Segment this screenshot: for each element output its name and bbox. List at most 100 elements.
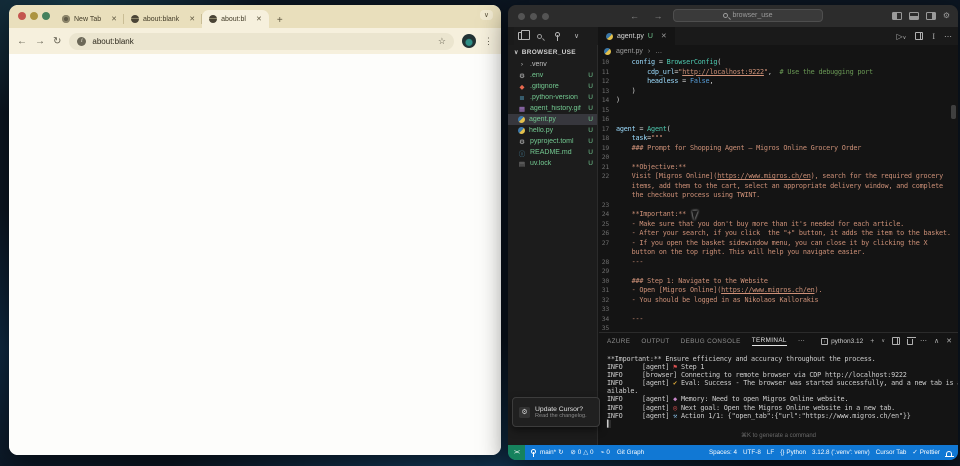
browser-tab[interactable]: about:blank ✕ xyxy=(124,10,203,28)
code-row: 26 - After your search, if you click the… xyxy=(599,229,958,239)
more-panel-actions-icon[interactable]: ⋯ xyxy=(920,337,927,345)
tab-search-chevron-icon[interactable]: ∨ xyxy=(479,10,493,20)
bookmark-star-icon[interactable]: ☆ xyxy=(438,36,446,47)
code-token: button on the top right. This will help … xyxy=(616,248,866,256)
browser-tab[interactable]: about:bl ✕ xyxy=(202,10,269,28)
explorer-section-header[interactable]: ∨ BROWSER_USE xyxy=(508,45,597,59)
notification-link[interactable]: Read the changelog. xyxy=(535,413,587,419)
sync-icon[interactable]: ↻ xyxy=(558,449,563,456)
maximize-window-button[interactable] xyxy=(42,12,50,20)
close-tab-icon[interactable]: ✕ xyxy=(256,15,262,23)
breadcrumb[interactable]: agent.py › … xyxy=(604,45,662,58)
eol-status[interactable]: LF xyxy=(767,449,774,456)
back-icon[interactable]: ← xyxy=(17,36,27,47)
split-terminal-icon[interactable] xyxy=(892,337,900,345)
encoding-status[interactable]: UTF-8 xyxy=(743,449,761,456)
forward-icon[interactable]: → xyxy=(35,36,45,47)
more-views-chevron-icon[interactable]: ∨ xyxy=(574,32,579,40)
browser-menu-icon[interactable]: ⋮ xyxy=(484,36,493,47)
git-branch-status[interactable]: main* ↻ xyxy=(531,448,563,457)
file-tree-item[interactable]: agent.py U xyxy=(508,114,597,125)
minimize-window-button[interactable] xyxy=(30,12,38,20)
code-editor[interactable]: 10 config = BrowserConfig(11 cdp_url="ht… xyxy=(599,58,958,332)
browser-tab[interactable]: New Tab ✕ xyxy=(55,10,124,28)
interactive-icon[interactable]: I xyxy=(932,32,935,41)
minimize-window-button[interactable] xyxy=(530,13,537,20)
file-tree-item[interactable]: ⓘ README.md U xyxy=(508,147,597,158)
toggle-panel-icon[interactable] xyxy=(908,11,919,20)
file-tree-item[interactable]: ⚙ .env U xyxy=(508,70,597,81)
terminal-profile-chevron-icon[interactable]: ∨ xyxy=(881,338,885,344)
problems-status[interactable]: ⊘ 0 △ 0 xyxy=(570,449,593,456)
page-info-icon[interactable]: i xyxy=(77,36,87,46)
remote-indicator[interactable]: >< xyxy=(508,445,526,460)
search-view-icon[interactable] xyxy=(537,33,542,39)
code-row: 10 config = BrowserConfig( xyxy=(599,58,958,68)
formatter-status[interactable]: ✓ Prettier xyxy=(912,449,940,456)
panel-tab-terminal[interactable]: TERMINAL xyxy=(751,337,787,346)
history-nav-icons[interactable]: ← → xyxy=(630,11,669,21)
broadcast-status[interactable]: ⌁ 0 xyxy=(601,449,610,456)
terminal-token: Eval: Success - The browser was started … xyxy=(677,379,958,388)
close-tab-icon[interactable]: ✕ xyxy=(111,15,117,23)
file-tree-item[interactable]: › .venv xyxy=(508,59,597,70)
breadcrumb-symbol[interactable]: … xyxy=(655,48,662,55)
file-tree-item[interactable]: ▦ agent_history.gif U xyxy=(508,103,597,114)
close-tab-icon[interactable]: ✕ xyxy=(189,15,195,23)
cursor-tab-status[interactable]: Cursor Tab xyxy=(876,449,907,456)
address-bar[interactable]: i about:blank ☆ xyxy=(69,32,454,50)
panel-tab-debug-console[interactable]: DEBUG CONSOLE xyxy=(681,338,741,345)
explorer-icon[interactable] xyxy=(518,30,530,40)
kill-terminal-icon[interactable] xyxy=(906,337,916,345)
language-mode[interactable]: {} Python xyxy=(780,449,806,456)
notifications-bell-icon[interactable] xyxy=(945,450,954,457)
toggle-sidebar-icon[interactable] xyxy=(891,11,902,20)
customize-layout-icon[interactable]: ⚙ xyxy=(943,11,950,20)
close-panel-icon[interactable]: ✕ xyxy=(946,337,952,345)
close-window-button[interactable] xyxy=(18,12,26,20)
code-token: False xyxy=(689,77,710,85)
run-python-icon[interactable]: ▷∨ xyxy=(897,32,907,41)
code-token: the checkout process using TWINT. xyxy=(616,191,761,199)
tab-title: about:bl xyxy=(221,15,246,23)
code-row: 17 agent = Agent( xyxy=(599,125,958,135)
url-text[interactable]: about:blank xyxy=(92,37,432,46)
code-row: 35 xyxy=(599,324,958,332)
python-interpreter[interactable]: 3.12.8 ('.venv': venv) xyxy=(812,449,870,456)
maximize-panel-icon[interactable]: ∧ xyxy=(934,337,939,345)
line-number: 33 xyxy=(601,305,609,313)
git-graph-button[interactable]: Git Graph xyxy=(617,449,644,456)
panel-tab-output[interactable]: OUTPUT xyxy=(641,338,669,345)
file-tree-item[interactable]: hello.py U xyxy=(508,125,597,136)
terminal-output[interactable]: **Important:** Ensure efficiency and acc… xyxy=(607,355,958,428)
reload-icon[interactable]: ↻ xyxy=(53,36,61,47)
profile-avatar[interactable] xyxy=(462,34,476,48)
panel-tab-azure[interactable]: AZURE xyxy=(607,338,630,345)
source-control-icon[interactable] xyxy=(554,31,562,41)
file-tree-item[interactable]: ⚙ pyproject.toml U xyxy=(508,136,597,147)
chrome-icon xyxy=(62,15,70,23)
maximize-window-button[interactable] xyxy=(542,13,549,20)
toggle-secondary-sidebar-icon[interactable] xyxy=(925,11,936,20)
close-window-button[interactable] xyxy=(518,13,525,20)
new-tab-button[interactable]: + xyxy=(269,15,291,28)
update-notification[interactable]: ⚙ Update Cursor? Read the changelog. xyxy=(512,397,600,427)
tab-agent-py[interactable]: agent.py U ✕ xyxy=(598,27,675,45)
command-center-search[interactable]: browser_use xyxy=(673,9,823,22)
indentation-status[interactable]: Spaces: 4 xyxy=(709,449,737,456)
split-editor-icon[interactable] xyxy=(915,32,924,40)
editor-scrollbar[interactable] xyxy=(951,105,956,119)
new-terminal-icon[interactable]: + xyxy=(870,338,874,345)
more-panel-tabs-icon[interactable]: ⋯ xyxy=(798,337,805,345)
file-tree-item[interactable]: ▤ uv.lock U xyxy=(508,158,597,169)
terminal-token: INFO [agent] xyxy=(607,379,674,388)
terminal-instance[interactable]: › python3.12 xyxy=(821,337,863,345)
file-tree-item[interactable]: ≣ .python-version U xyxy=(508,92,597,103)
close-tab-icon[interactable]: ✕ xyxy=(661,32,667,40)
git-status-badge: U xyxy=(588,94,593,101)
git-status-badge: U xyxy=(588,83,593,90)
more-actions-icon[interactable]: ⋯ xyxy=(944,32,952,41)
terminal-token: **Important:** Ensure efficiency and acc… xyxy=(607,355,876,363)
file-tree-item[interactable]: ◆ .gitignore U xyxy=(508,81,597,92)
breadcrumb-file[interactable]: agent.py xyxy=(616,48,643,55)
